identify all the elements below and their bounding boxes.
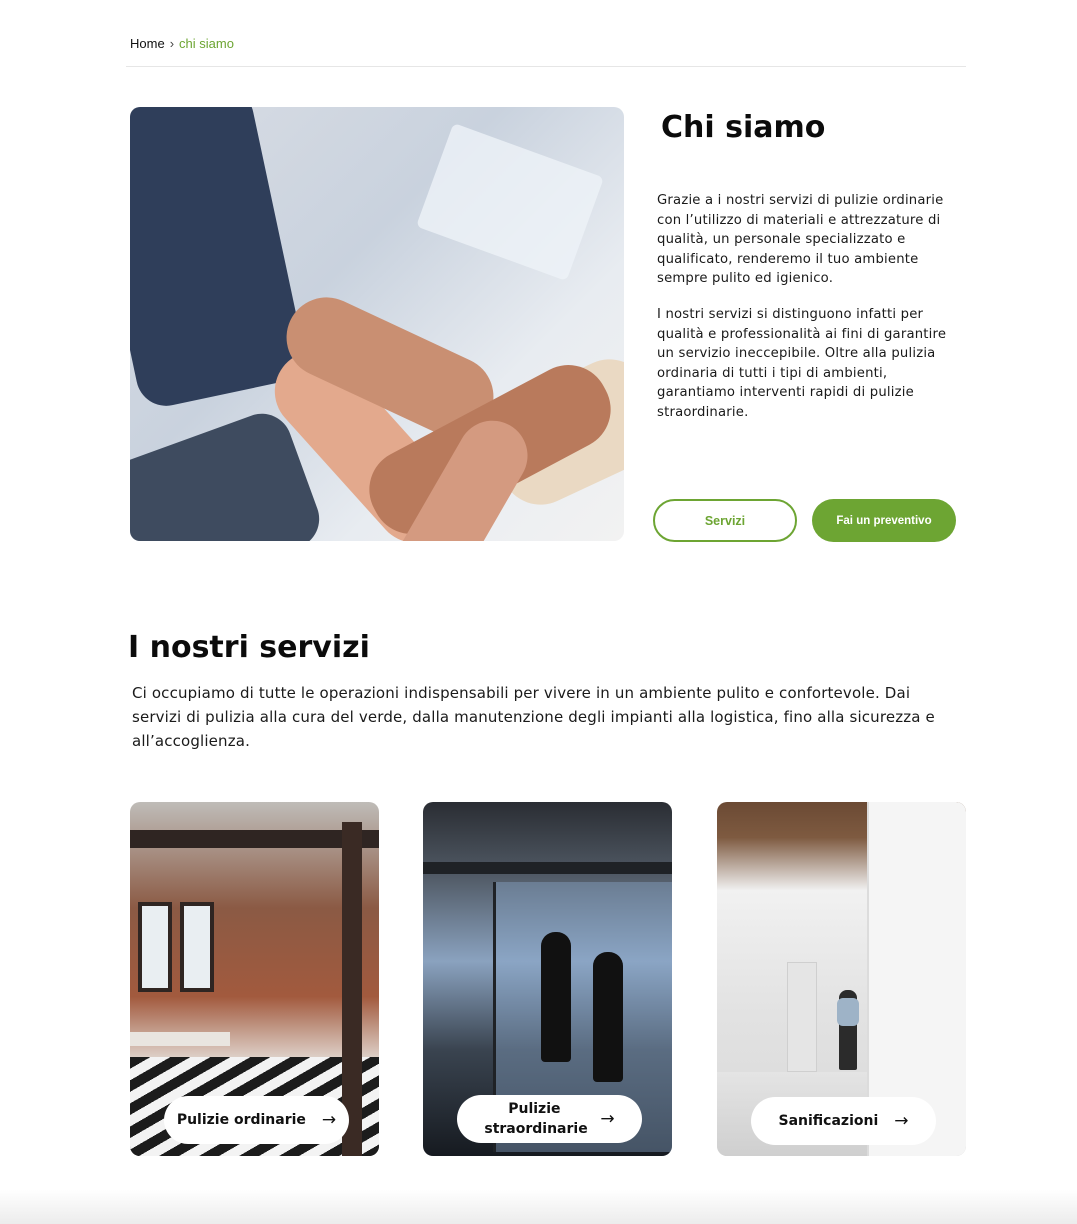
service-label-sanitization: Sanificazioni (778, 1113, 879, 1129)
breadcrumb: Home › chi siamo (130, 36, 234, 51)
services-description: Ci occupiamo di tutte le operazioni indi… (132, 684, 935, 750)
about-title: Chi siamo (661, 110, 826, 145)
breadcrumb-separator: › (169, 36, 175, 51)
arrow-right-icon: → (600, 1109, 615, 1129)
services-button[interactable]: Servizi (653, 499, 797, 542)
page-bottom-fade (0, 1190, 1077, 1224)
service-link-extraordinary[interactable]: Pulizie straordinarie → (457, 1095, 642, 1143)
about-paragraph-2: I nostri servizi si distinguono infatti … (657, 307, 947, 420)
about-paragraph-1: Grazie a i nostri servizi di pulizie ord… (657, 193, 944, 287)
breadcrumb-home-link[interactable]: Home (130, 36, 165, 51)
teamwork-hands-image (130, 107, 624, 541)
arrow-right-icon: → (321, 1110, 337, 1130)
services-title: I nostri servizi (128, 630, 370, 665)
service-label-ordinary: Pulizie ordinarie (176, 1112, 306, 1128)
service-link-ordinary[interactable]: Pulizie ordinarie → (164, 1096, 349, 1144)
service-link-sanitization[interactable]: Sanificazioni → (751, 1097, 936, 1145)
service-label-extraordinary: Pulizie straordinarie (484, 1101, 588, 1137)
breadcrumb-current: chi siamo (179, 36, 234, 51)
arrow-right-icon: → (894, 1111, 909, 1131)
get-quote-button[interactable]: Fai un preventivo (812, 499, 956, 542)
breadcrumb-divider (126, 66, 966, 67)
